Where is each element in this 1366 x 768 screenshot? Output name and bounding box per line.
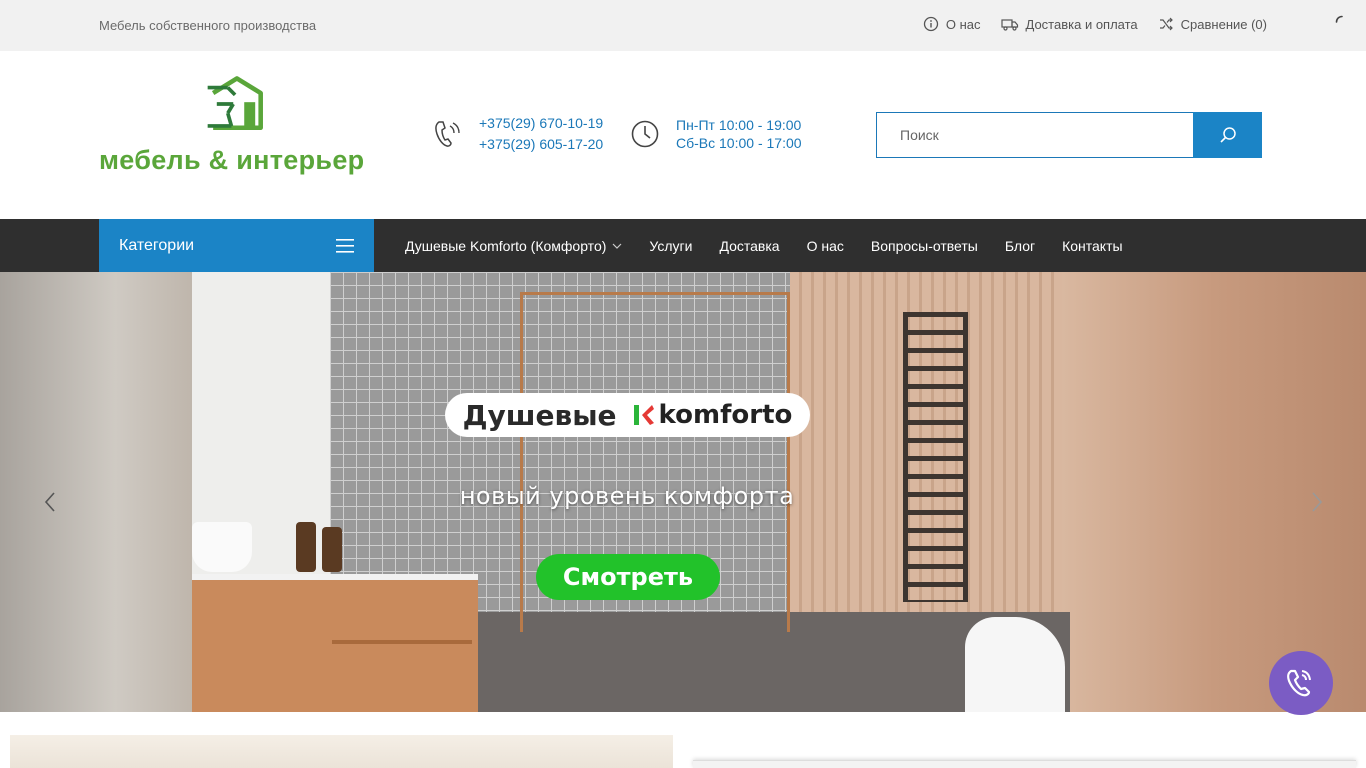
hero-brand-badge: Душевые komforto <box>445 393 810 437</box>
categories-button[interactable]: Категории <box>99 219 374 272</box>
delivery-link[interactable]: Доставка и оплата <box>1000 16 1138 32</box>
truck-icon <box>1000 19 1018 31</box>
info-icon <box>923 16 939 32</box>
chevron-down-icon <box>612 243 622 249</box>
compare-link-label: Сравнение (0) <box>1180 16 1267 32</box>
viber-button[interactable] <box>1269 651 1333 715</box>
search-icon <box>1219 127 1236 143</box>
phone-link-2[interactable]: +375(29) 605-17-20 <box>479 136 603 152</box>
nav-item-about[interactable]: О нас <box>807 238 844 254</box>
about-link-label: О нас <box>945 16 981 32</box>
hero-sink <box>192 522 252 572</box>
hero-badge-text: Душевые <box>462 398 617 432</box>
main-nav: Категории Душевые Komforto (Комфорто) Ус… <box>0 219 1366 272</box>
product-card-image-left <box>10 735 673 768</box>
loading-spinner-icon <box>1335 15 1343 23</box>
categories-label: Категории <box>119 236 195 254</box>
komforto-mark-icon <box>633 405 654 425</box>
hero-bottle <box>322 527 342 572</box>
phone-icon <box>435 120 460 147</box>
top-bar-links: О нас Доставка и оплата Сравнение (0) <box>923 16 1267 32</box>
working-hours-block: Пн-Пт 10:00 - 19:00 Сб-Вс 10:00 - 17:00 <box>630 117 802 151</box>
hero-slider: Душевые komforto новый уровень комфорта … <box>0 272 1366 712</box>
nav-item-blog[interactable]: Блог <box>1005 238 1035 254</box>
shuffle-icon <box>1159 17 1173 31</box>
search-button[interactable] <box>1193 112 1262 158</box>
hours-weekdays: Пн-Пт 10:00 - 19:00 <box>676 117 802 133</box>
slider-prev-arrow-icon[interactable] <box>40 490 60 514</box>
nav-item-faq[interactable]: Вопросы-ответы <box>871 238 978 254</box>
hero-bottle <box>296 522 316 572</box>
menu-icon <box>336 238 354 253</box>
top-bar: Мебель собственного производства О нас Д… <box>0 0 1366 51</box>
search-input[interactable] <box>876 112 1193 158</box>
compare-link[interactable]: Сравнение (0) <box>1158 16 1267 32</box>
komforto-brand-name: komforto <box>658 400 793 430</box>
site-logo[interactable]: мебель & интерьер <box>99 75 379 179</box>
nav-items: Душевые Komforto (Комфорто) Услуги Доста… <box>405 219 1123 272</box>
hero-bathtub <box>965 617 1065 712</box>
logo-brand-text: мебель & интерьер <box>99 145 365 175</box>
search-form <box>876 112 1262 158</box>
hero-tagline: новый уровень комфорта <box>459 482 795 510</box>
clock-icon <box>631 120 659 148</box>
slider-next-arrow-icon[interactable] <box>1307 490 1327 514</box>
top-bar-tagline: Мебель собственного производства <box>99 18 317 33</box>
hero-vanity-shelf <box>332 640 472 644</box>
hero-towel-radiator <box>903 312 968 602</box>
phone-link-1[interactable]: +375(29) 670-10-19 <box>479 115 603 131</box>
komforto-logo: komforto <box>633 400 793 430</box>
phone-block: +375(29) 670-10-19 +375(29) 605-17-20 <box>433 115 603 152</box>
delivery-link-label: Доставка и оплата <box>1025 16 1138 32</box>
nav-item-delivery[interactable]: Доставка <box>719 238 779 254</box>
hours-list: Пн-Пт 10:00 - 19:00 Сб-Вс 10:00 - 17:00 <box>676 117 802 151</box>
hours-weekend: Сб-Вс 10:00 - 17:00 <box>676 135 802 151</box>
product-card-image-right <box>693 760 1356 768</box>
phone-list: +375(29) 670-10-19 +375(29) 605-17-20 <box>479 115 603 152</box>
viber-phone-icon <box>1287 669 1311 697</box>
nav-item-komforto[interactable]: Душевые Komforto (Комфорто) <box>405 238 622 254</box>
nav-item-komforto-label: Душевые Komforto (Комфорто) <box>405 237 607 254</box>
hero-vanity <box>192 574 478 712</box>
about-link[interactable]: О нас <box>923 16 981 32</box>
nav-item-contacts[interactable]: Контакты <box>1062 238 1122 254</box>
site-header: мебель & интерьер +375(29) 670-10-19 +37… <box>0 51 1366 219</box>
house-logo-icon <box>207 76 263 131</box>
hero-cta-button[interactable]: Смотреть <box>536 554 720 600</box>
nav-item-services[interactable]: Услуги <box>649 238 692 254</box>
